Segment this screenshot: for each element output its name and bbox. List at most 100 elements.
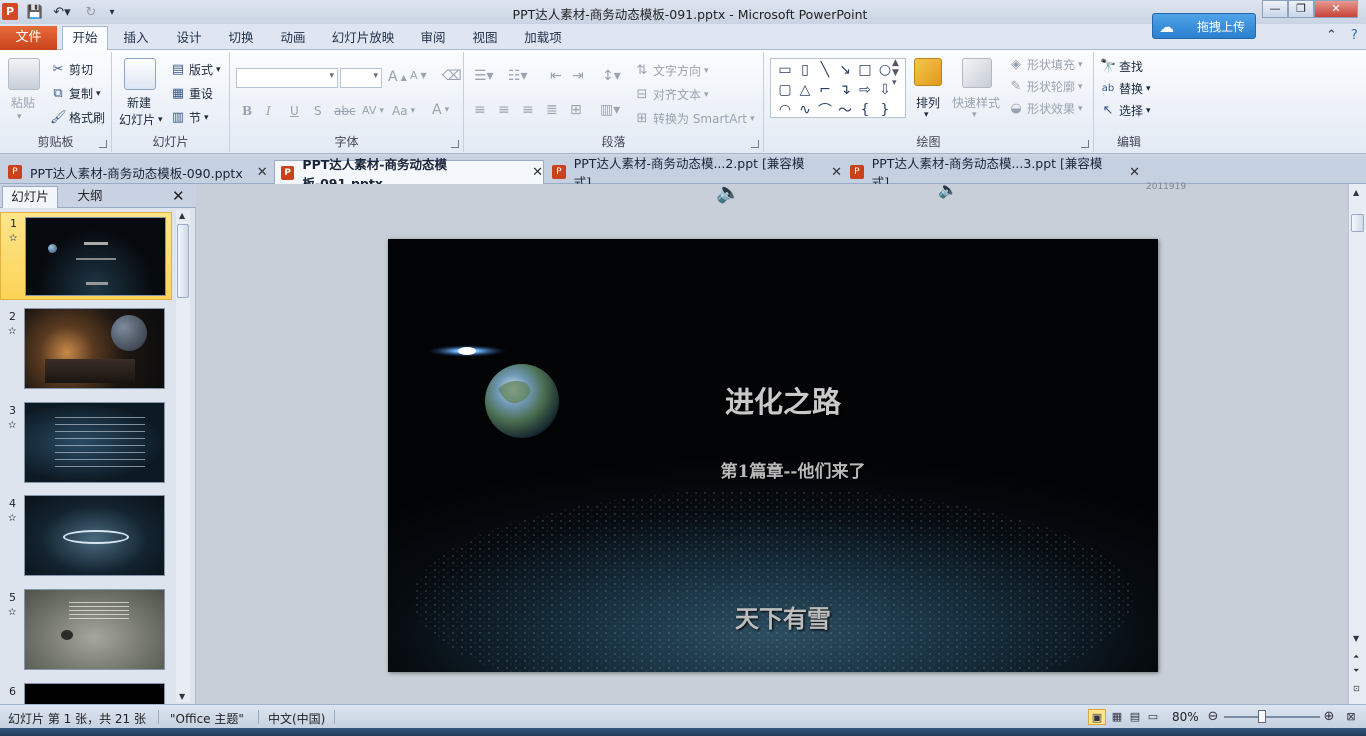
doc-tab-compat-2[interactable]: P PPT达人素材-商务动态模...2.ppt [兼容模式] ✕ [546, 156, 842, 190]
previous-slide-icon[interactable]: ⏶ [1353, 652, 1359, 662]
slideshow-view-icon[interactable]: ▭ [1144, 709, 1162, 725]
underline-button[interactable]: U [290, 104, 299, 118]
shrink-font-button[interactable]: A ▼ [410, 69, 427, 82]
align-left-icon[interactable]: ≡ [474, 102, 486, 118]
section-button[interactable]: ▥ 节 ▾ [170, 109, 209, 126]
fit-slide-icon[interactable]: ⊠ [1342, 709, 1360, 725]
line-spacing-icon[interactable]: ↕▾ [602, 68, 621, 84]
strikethrough-button[interactable]: abc [334, 104, 356, 118]
shape-effects-button[interactable]: ◒ 形状效果 ▾ [1008, 100, 1082, 117]
numbering-icon[interactable]: ☷▾ [508, 68, 528, 84]
grow-font-button[interactable]: A ▲ [388, 69, 407, 85]
font-size-combo[interactable] [340, 68, 382, 88]
right-arrow-shape-icon[interactable]: ⇨ [855, 80, 875, 100]
bullets-icon[interactable]: ☰▾ [474, 68, 494, 84]
close-button[interactable]: ✕ [1314, 0, 1358, 18]
slide-thumbnail-1[interactable]: 1 ✫ [0, 212, 172, 300]
italic-button[interactable]: I [266, 104, 271, 118]
rounded-rect-shape-icon[interactable]: ▢ [775, 80, 795, 100]
reading-view-icon[interactable]: ▤ [1126, 709, 1144, 725]
scrollbar-thumb[interactable] [177, 224, 189, 298]
zoom-out-icon[interactable]: ⊖ [1204, 709, 1222, 725]
select-button[interactable]: ↖ 选择 ▾ [1100, 102, 1151, 119]
elbow-arrow-shape-icon[interactable]: ↴ [835, 80, 855, 100]
language-indicator[interactable]: 中文(中国) [268, 710, 325, 727]
increase-indent-icon[interactable]: ⇥ [572, 68, 584, 84]
tab-outline-pane[interactable]: 大纲 [62, 186, 118, 208]
powerpoint-app-icon[interactable]: P [2, 3, 18, 20]
tab-view[interactable]: 视图 [465, 28, 505, 50]
zoom-slider[interactable] [1224, 716, 1320, 718]
slide-canvas[interactable]: 进化之路 第1篇章--他们来了 天下有雪 [388, 239, 1158, 672]
shape-fill-button[interactable]: ◈ 形状填充 ▾ [1008, 56, 1083, 73]
slide-sorter-view-icon[interactable]: ▦ [1108, 709, 1126, 725]
fit-window-icon[interactable]: ⊡ [1353, 684, 1360, 693]
paste-dropdown-icon[interactable]: ▾ [17, 112, 22, 122]
help-icon[interactable]: ? [1351, 28, 1358, 43]
right-brace-shape-icon[interactable]: } [875, 100, 895, 120]
tab-design[interactable]: 设计 [169, 28, 209, 50]
next-slide-icon[interactable]: ⏷ [1353, 666, 1359, 676]
columns-icon[interactable]: ▥▾ [600, 102, 620, 118]
tab-slideshow[interactable]: 幻灯片放映 [326, 28, 400, 50]
reset-button[interactable]: ▦ 重设 [170, 85, 213, 102]
normal-view-icon[interactable]: ▣ [1088, 709, 1106, 725]
close-tab-icon[interactable]: ✕ [831, 165, 842, 180]
quick-styles-button[interactable]: 快速样式 [952, 94, 1000, 111]
font-color-button[interactable]: A ▾ [432, 102, 449, 118]
curve-shape-icon[interactable]: ⌒ [815, 100, 835, 120]
doc-tab-compat-3[interactable]: P PPT达人素材-商务动态模...3.ppt [兼容模式] ✕ [844, 156, 1140, 190]
shape-outline-button[interactable]: ✎ 形状轮廓 ▾ [1008, 78, 1083, 95]
scroll-down-icon[interactable]: ▼ [1353, 634, 1359, 643]
distributed-icon[interactable]: ⊞ [570, 102, 582, 118]
shadow-button[interactable]: S [314, 104, 322, 118]
paste-button[interactable]: 粘贴 [11, 94, 35, 111]
tab-review[interactable]: 审阅 [413, 28, 453, 50]
upload-button[interactable]: ☁ 拖拽上传 [1152, 13, 1256, 39]
slide-thumbnail-6[interactable]: 6 [0, 681, 172, 704]
tab-slides-pane[interactable]: 幻灯片 [2, 186, 58, 208]
rectangle-shape-icon[interactable]: □ [855, 60, 875, 80]
slide-thumbnail-5[interactable]: 5 ✫ [0, 587, 172, 675]
shapes-gallery[interactable]: ▭ ▯ ╲ ↘ □ ○ ▢ △ ⌐ ↴ ⇨ ⇩ ◠ ∿ ⌒ 〜{} [770, 58, 906, 120]
wave-shape-icon[interactable]: 〜 [835, 100, 855, 120]
close-pane-icon[interactable]: ✕ [172, 187, 185, 205]
align-text-button[interactable]: ⊟ 对齐文本 ▾ [634, 86, 709, 103]
font-name-combo[interactable] [236, 68, 338, 88]
character-spacing-button[interactable]: AV ▾ [362, 104, 384, 117]
slide-thumbnail-4[interactable]: 4 ✫ [0, 493, 172, 581]
layout-button[interactable]: ▤ 版式 ▾ [170, 61, 221, 78]
scrollbar-thumb[interactable] [1351, 214, 1364, 232]
doc-tab-090[interactable]: P PPT达人素材-商务动态模板-090.pptx ✕ [2, 160, 272, 184]
replace-button[interactable]: ab 替换 ▾ [1100, 80, 1151, 97]
minimize-button[interactable]: — [1262, 0, 1288, 18]
new-slide-dropdown[interactable]: 幻灯片 ▾ [119, 111, 163, 128]
line-shape-icon[interactable]: ╲ [815, 60, 835, 80]
tab-insert[interactable]: 插入 [116, 28, 156, 50]
new-slide-button[interactable]: 新建 [127, 94, 151, 111]
decrease-indent-icon[interactable]: ⇤ [550, 68, 562, 84]
slide-footer-text[interactable]: 天下有雪 [688, 599, 878, 634]
arrange-button[interactable]: 排列 [916, 94, 940, 111]
justify-icon[interactable]: ≣ [546, 102, 558, 118]
arrange-dropdown-icon[interactable]: ▾ [924, 110, 929, 120]
format-painter-button[interactable]: 🖌 格式刷 [50, 109, 105, 126]
drawing-launcher-icon[interactable] [1081, 140, 1089, 148]
align-center-icon[interactable]: ≡ [498, 102, 510, 118]
tab-home[interactable]: 开始 [62, 26, 108, 51]
redo-icon[interactable]: ↻ [82, 3, 100, 21]
elbow-connector-shape-icon[interactable]: ⌐ [815, 80, 835, 100]
customize-qat-icon[interactable]: ▾ [106, 3, 118, 21]
vertical-textbox-shape-icon[interactable]: ▯ [795, 60, 815, 80]
clipboard-launcher-icon[interactable] [99, 140, 107, 148]
find-button[interactable]: 🔭 查找 [1100, 58, 1143, 75]
minimize-ribbon-icon[interactable]: ⌃ [1326, 28, 1337, 43]
zoom-slider-knob[interactable] [1258, 710, 1266, 723]
change-case-button[interactable]: Aa ▾ [392, 104, 415, 118]
undo-icon[interactable]: ↶▾ [50, 3, 74, 21]
left-brace-shape-icon[interactable]: { [855, 100, 875, 120]
triangle-shape-icon[interactable]: △ [795, 80, 815, 100]
scribble-shape-icon[interactable]: ∿ [795, 100, 815, 120]
tab-addins[interactable]: 加载项 [518, 28, 568, 50]
scroll-up-icon[interactable]: ▲ [179, 211, 185, 220]
